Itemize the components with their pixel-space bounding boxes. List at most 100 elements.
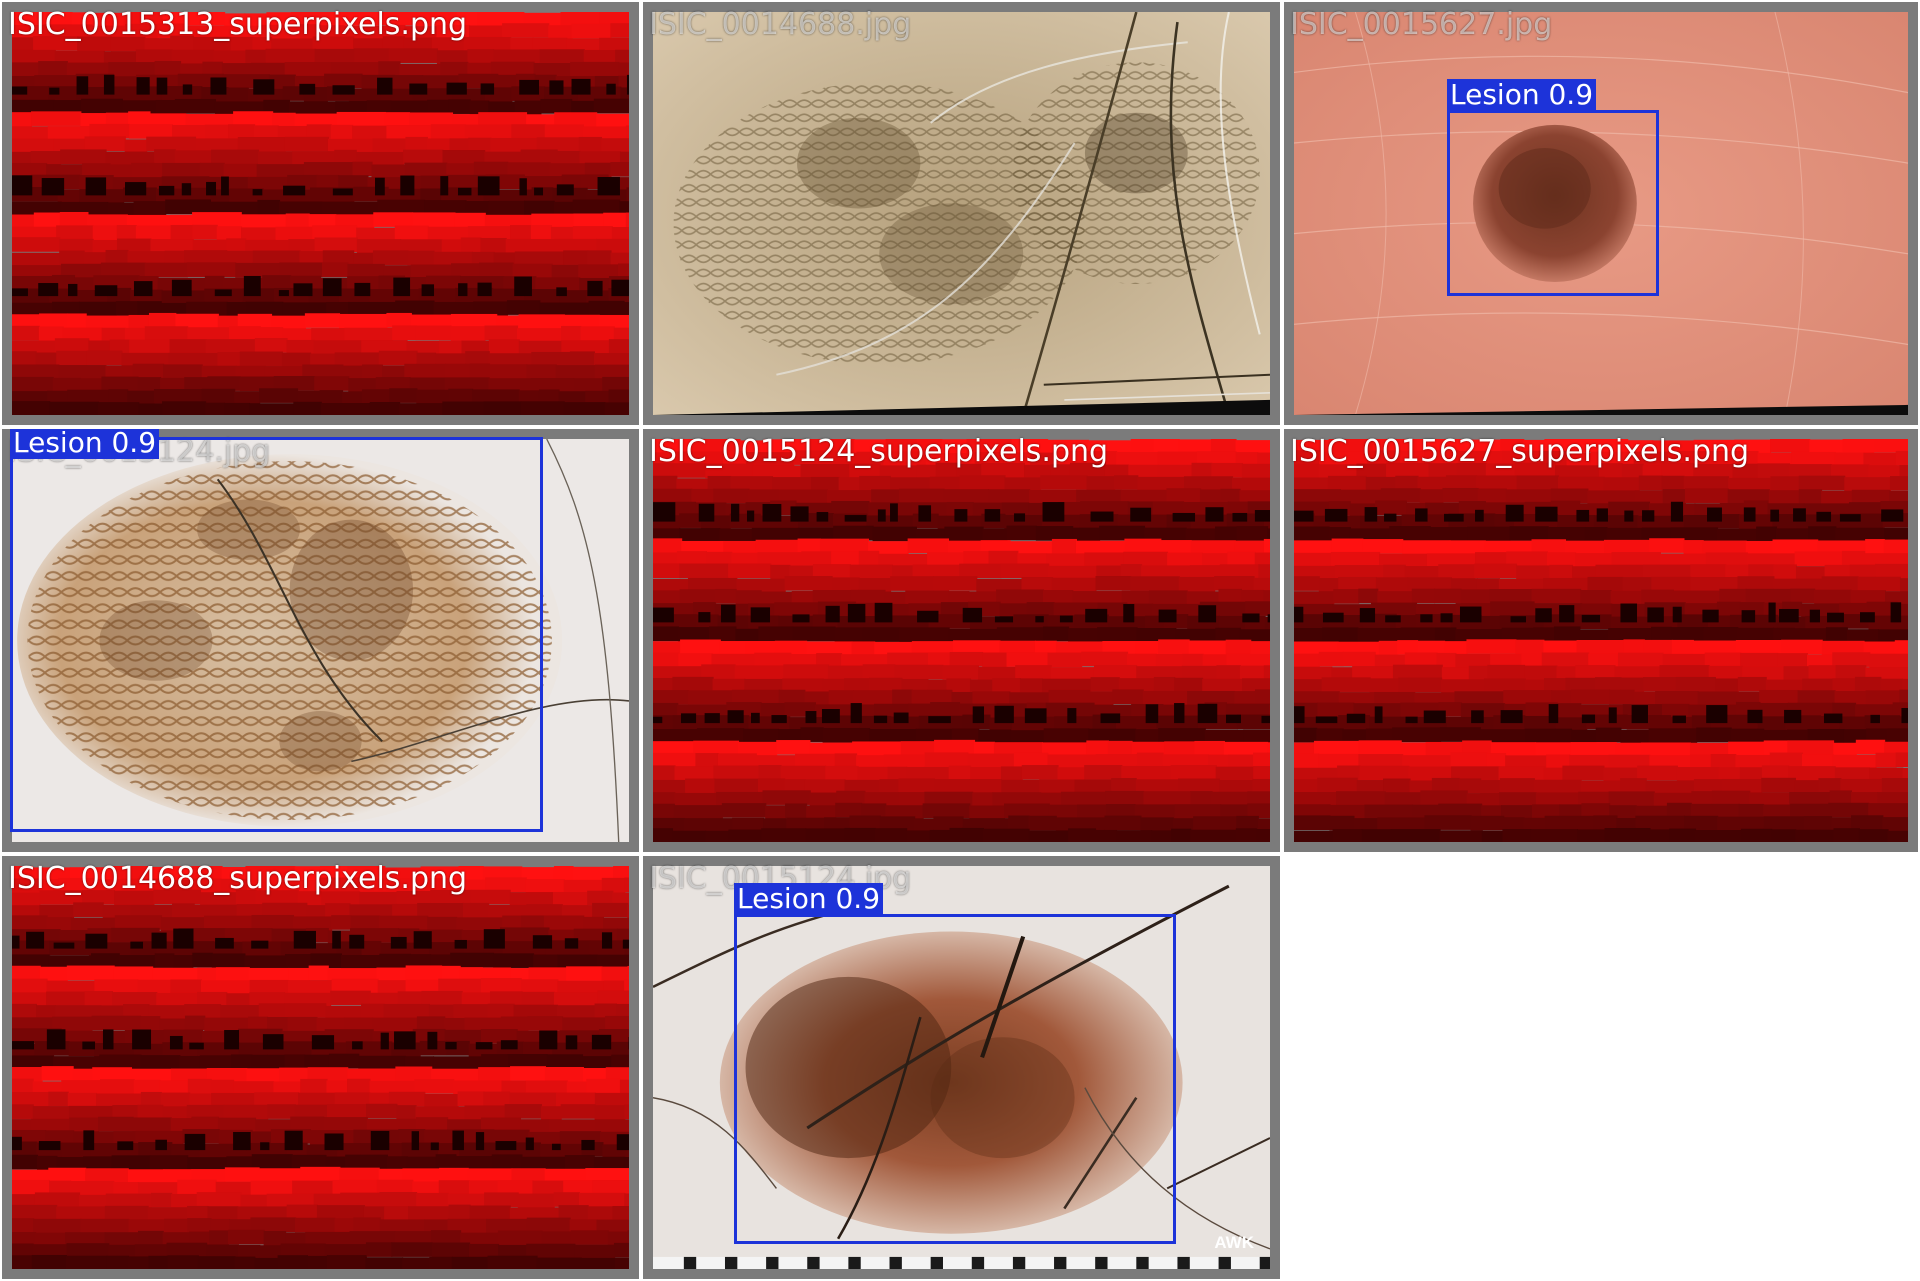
superpixel-edge	[1315, 716, 1338, 724]
superpixel-cell	[851, 641, 876, 657]
superpixel-cell	[849, 564, 894, 580]
superpixel-cell	[210, 1079, 235, 1095]
superpixel-cell	[378, 61, 401, 76]
superpixel-cell	[1294, 552, 1332, 568]
superpixel-edge	[698, 612, 711, 623]
ruler-tick	[807, 1256, 820, 1269]
superpixel-cell	[601, 138, 629, 153]
superpixel-cell	[505, 238, 556, 254]
superpixel-cell	[1670, 627, 1705, 642]
superpixel-cell	[1105, 790, 1145, 806]
superpixel-cell	[504, 1104, 543, 1119]
superpixel-cell	[352, 125, 388, 141]
superpixel-cell	[345, 1154, 388, 1170]
superpixel-cell	[308, 965, 329, 981]
superpixel-cell	[389, 388, 418, 403]
superpixel-edge	[251, 940, 269, 949]
superpixel-edge	[12, 935, 20, 949]
superpixel-cell	[34, 1192, 81, 1208]
superpixel-cell	[1556, 703, 1582, 718]
superpixel-edge	[847, 603, 866, 623]
superpixel-cell	[1530, 829, 1579, 842]
superpixel-cell	[1151, 830, 1173, 842]
superpixel-cell	[1790, 588, 1816, 604]
superpixel-cell	[1864, 715, 1901, 730]
superpixel-cell	[544, 124, 584, 140]
superpixel-cell	[167, 1255, 199, 1269]
superpixel-edge	[283, 185, 306, 196]
superpixel-edge	[12, 175, 33, 196]
superpixel-cell	[521, 991, 555, 1007]
superpixel-edge	[1816, 511, 1832, 522]
superpixel-cell	[392, 325, 417, 341]
superpixel-cell	[874, 828, 908, 842]
superpixel-cell	[696, 728, 745, 743]
superpixel-edge	[954, 509, 968, 522]
superpixel-cell	[1247, 803, 1270, 819]
superpixel-cell	[683, 818, 734, 833]
superpixel-edge	[1624, 510, 1634, 522]
superpixel-cell	[608, 389, 629, 405]
superpixel-edge	[332, 188, 353, 196]
superpixel-cell	[862, 664, 896, 679]
superpixel-cell	[1703, 626, 1739, 642]
superpixel-edge	[377, 77, 393, 95]
superpixel-cell	[12, 401, 51, 415]
superpixel-cell	[1419, 489, 1444, 504]
superpixel-cell	[162, 162, 201, 178]
superpixel-cell	[596, 113, 629, 129]
superpixel-cell	[201, 388, 236, 404]
superpixel-edge	[458, 283, 468, 297]
superpixel-cell	[1211, 462, 1243, 478]
superpixel-cell	[373, 212, 414, 227]
superpixel-cell	[12, 62, 40, 77]
superpixel-cell	[963, 551, 990, 566]
superpixel-edge	[1535, 506, 1558, 522]
superpixel-cell	[853, 690, 894, 705]
superpixel-cell	[1194, 740, 1225, 756]
superpixel-cell	[209, 1230, 230, 1246]
superpixel-cell	[1086, 740, 1109, 756]
superpixel-edge	[1784, 709, 1802, 724]
superpixel-cell	[394, 225, 429, 241]
superpixel-cell	[783, 664, 830, 679]
superpixel-cell	[108, 389, 129, 404]
superpixel-cell	[1643, 677, 1678, 692]
superpixel-cell	[563, 250, 589, 265]
superpixel-cell	[828, 690, 855, 705]
superpixel-cell	[592, 1180, 629, 1195]
superpixel-cell	[408, 1206, 450, 1221]
superpixel-cell	[488, 339, 520, 354]
superpixel-cell	[441, 965, 461, 981]
superpixel-cell	[489, 364, 528, 379]
superpixel-cell	[1821, 490, 1853, 506]
superpixel-cell	[1593, 815, 1618, 831]
superpixel-cell	[451, 1256, 489, 1269]
superpixel-edge	[565, 1035, 578, 1050]
superpixel-cell	[1795, 566, 1826, 581]
superpixel-cell	[131, 162, 164, 178]
superpixel-cell	[1481, 830, 1504, 842]
superpixel-cell	[1190, 791, 1213, 806]
superpixel-cell	[98, 402, 140, 415]
superpixel-cell	[1745, 588, 1792, 604]
superpixel-cell	[483, 401, 522, 415]
superpixel-cell	[1313, 740, 1360, 756]
superpixel-cell	[1691, 791, 1713, 806]
superpixel-edge	[1035, 616, 1044, 623]
superpixel-cell	[623, 302, 629, 317]
superpixel-cell	[464, 124, 513, 140]
superpixel-cell	[59, 211, 89, 227]
superpixel-cell	[610, 162, 629, 177]
superpixel-cell	[988, 550, 1019, 566]
superpixel-cell	[1887, 728, 1908, 743]
superpixel-edge	[103, 74, 115, 95]
superpixel-edge	[1890, 602, 1902, 623]
superpixel-cell	[930, 702, 961, 717]
superpixel-cell	[1524, 665, 1558, 681]
superpixel-cell	[1392, 727, 1442, 743]
superpixel-cell	[173, 955, 194, 970]
superpixel-cell	[524, 200, 555, 216]
superpixel-cell	[695, 753, 719, 768]
superpixel-cell	[1294, 526, 1330, 542]
